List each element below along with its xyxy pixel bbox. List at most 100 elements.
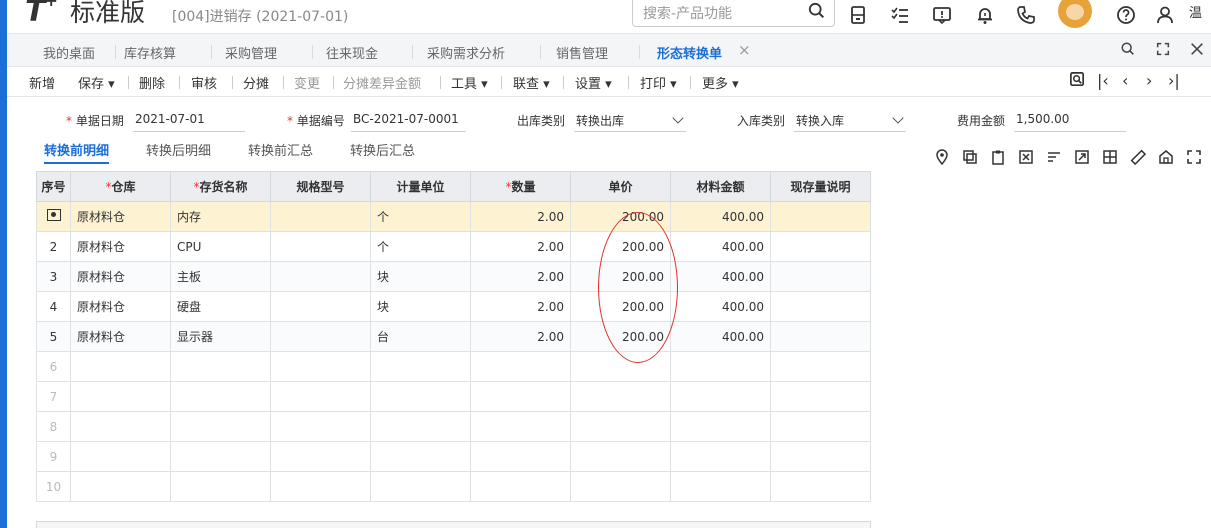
tab-form-conversion[interactable]: 形态转换单 (648, 43, 745, 72)
table-row[interactable]: 2 原材料仓 CPU 个 2.00 200.00 400.00 (36, 231, 871, 262)
col-material-amount[interactable]: 材料金额 (670, 171, 771, 202)
split-button[interactable]: 分摊 (243, 73, 269, 92)
col-unit[interactable]: 计量单位 (370, 171, 471, 202)
search-input[interactable]: 搜索-产品功能 (643, 3, 732, 23)
cell-material-amount[interactable]: 400.00 (670, 291, 771, 322)
empty-cell[interactable] (570, 381, 671, 412)
col-spec[interactable]: 规格型号 (270, 171, 371, 202)
col-unit-price[interactable]: 单价 (570, 171, 671, 202)
table-row-empty[interactable]: 8 (36, 411, 871, 442)
cell-material-amount[interactable]: 400.00 (670, 321, 771, 352)
expand-icon[interactable] (1186, 149, 1202, 165)
cell-stock-note[interactable] (770, 291, 871, 322)
columns-icon[interactable] (1102, 149, 1118, 165)
save-button[interactable]: 保存 ▾ (78, 73, 115, 92)
empty-cell[interactable] (170, 471, 271, 502)
cell-warehouse[interactable]: 原材料仓 (70, 291, 171, 322)
first-record-icon[interactable]: |‹ (1097, 71, 1109, 90)
empty-cell[interactable] (270, 351, 371, 382)
empty-cell[interactable] (170, 351, 271, 382)
phone-icon[interactable] (1015, 4, 1037, 26)
cell-item-name[interactable]: 主板 (170, 261, 271, 292)
table-row[interactable]: 3 原材料仓 主板 块 2.00 200.00 400.00 (36, 261, 871, 292)
empty-cell[interactable] (370, 381, 471, 412)
empty-cell[interactable] (270, 411, 371, 442)
cell-material-amount[interactable]: 400.00 (670, 201, 771, 232)
empty-cell[interactable] (770, 381, 871, 412)
empty-cell[interactable] (670, 411, 771, 442)
cell-quantity[interactable]: 2.00 (470, 201, 571, 232)
empty-cell[interactable] (370, 411, 471, 442)
subtab-before-summary[interactable]: 转换前汇总 (248, 140, 313, 159)
empty-cell[interactable] (770, 441, 871, 472)
cell-spec[interactable] (270, 231, 371, 262)
close-window-icon[interactable] (1189, 41, 1207, 59)
new-button[interactable]: 新增 (29, 73, 55, 92)
copy-row-icon[interactable] (962, 149, 978, 165)
cell-stock-note[interactable] (770, 321, 871, 352)
empty-cell[interactable] (770, 471, 871, 502)
empty-cell[interactable] (370, 351, 471, 382)
empty-cell[interactable] (470, 381, 571, 412)
help-icon[interactable] (1115, 4, 1137, 26)
empty-cell[interactable] (670, 351, 771, 382)
cell-item-name[interactable]: CPU (170, 231, 271, 262)
export-icon[interactable] (1074, 149, 1090, 165)
cell-unit[interactable]: 个 (370, 201, 471, 232)
ruler-icon[interactable] (1130, 149, 1147, 166)
change-button[interactable]: 变更 (294, 73, 320, 92)
cell-spec[interactable] (270, 291, 371, 322)
empty-cell[interactable] (670, 381, 771, 412)
in-category-select[interactable]: 转换入库 (794, 108, 906, 132)
col-item-name[interactable]: *存货名称 (170, 171, 271, 202)
table-row-empty[interactable]: 6 (36, 351, 871, 382)
checklist-icon[interactable] (889, 4, 911, 26)
user-name[interactable]: 温 (1189, 2, 1202, 21)
cell-quantity[interactable]: 2.00 (470, 321, 571, 352)
tab-close-icon[interactable]: × (738, 41, 751, 59)
empty-cell[interactable] (670, 441, 771, 472)
empty-cell[interactable] (370, 471, 471, 502)
empty-cell[interactable] (570, 441, 671, 472)
search-box[interactable]: 搜索-产品功能 (632, 0, 835, 27)
cell-item-name[interactable]: 内存 (170, 201, 271, 232)
empty-cell[interactable] (70, 411, 171, 442)
paste-icon[interactable] (990, 149, 1006, 165)
row-edit-icon[interactable] (36, 201, 71, 232)
subtab-after-summary[interactable]: 转换后汇总 (350, 140, 415, 159)
cell-quantity[interactable]: 2.00 (470, 261, 571, 292)
tab-purchase-management[interactable]: 采购管理 (225, 43, 277, 62)
empty-cell[interactable] (770, 411, 871, 442)
location-icon[interactable] (934, 149, 950, 166)
tab-my-desktop[interactable]: 我的桌面 (43, 43, 95, 62)
empty-cell[interactable] (70, 441, 171, 472)
empty-cell[interactable] (270, 441, 371, 472)
more-menu[interactable]: 更多 ▾ (702, 73, 739, 92)
tab-receivables-cash[interactable]: 往来现金 (326, 43, 378, 62)
avatar[interactable] (1058, 0, 1092, 28)
table-row-empty[interactable]: 9 (36, 441, 871, 472)
cell-warehouse[interactable]: 原材料仓 (70, 261, 171, 292)
delete-button[interactable]: 删除 (139, 73, 165, 92)
col-index[interactable]: 序号 (36, 171, 71, 202)
empty-cell[interactable] (770, 351, 871, 382)
empty-cell[interactable] (170, 381, 271, 412)
empty-cell[interactable] (470, 351, 571, 382)
warehouse-icon[interactable] (1158, 149, 1174, 165)
table-row-empty[interactable]: 10 (36, 471, 871, 502)
code-field[interactable]: BC-2021-07-0001 (351, 108, 466, 132)
message-icon[interactable] (931, 4, 953, 26)
out-category-select[interactable]: 转换出库 (574, 108, 686, 132)
cell-item-name[interactable]: 硬盘 (170, 291, 271, 322)
empty-cell[interactable] (270, 471, 371, 502)
cell-unit[interactable]: 台 (370, 321, 471, 352)
empty-cell[interactable] (470, 471, 571, 502)
tools-menu[interactable]: 工具 ▾ (451, 73, 488, 92)
find-icon[interactable] (1069, 71, 1086, 92)
cell-material-amount[interactable]: 400.00 (670, 231, 771, 262)
table-row[interactable]: 4 原材料仓 硬盘 块 2.00 200.00 400.00 (36, 291, 871, 322)
empty-cell[interactable] (70, 351, 171, 382)
cell-spec[interactable] (270, 261, 371, 292)
sort-icon[interactable] (1046, 149, 1062, 165)
split-diff-button[interactable]: 分摊差异金额 (343, 73, 421, 92)
